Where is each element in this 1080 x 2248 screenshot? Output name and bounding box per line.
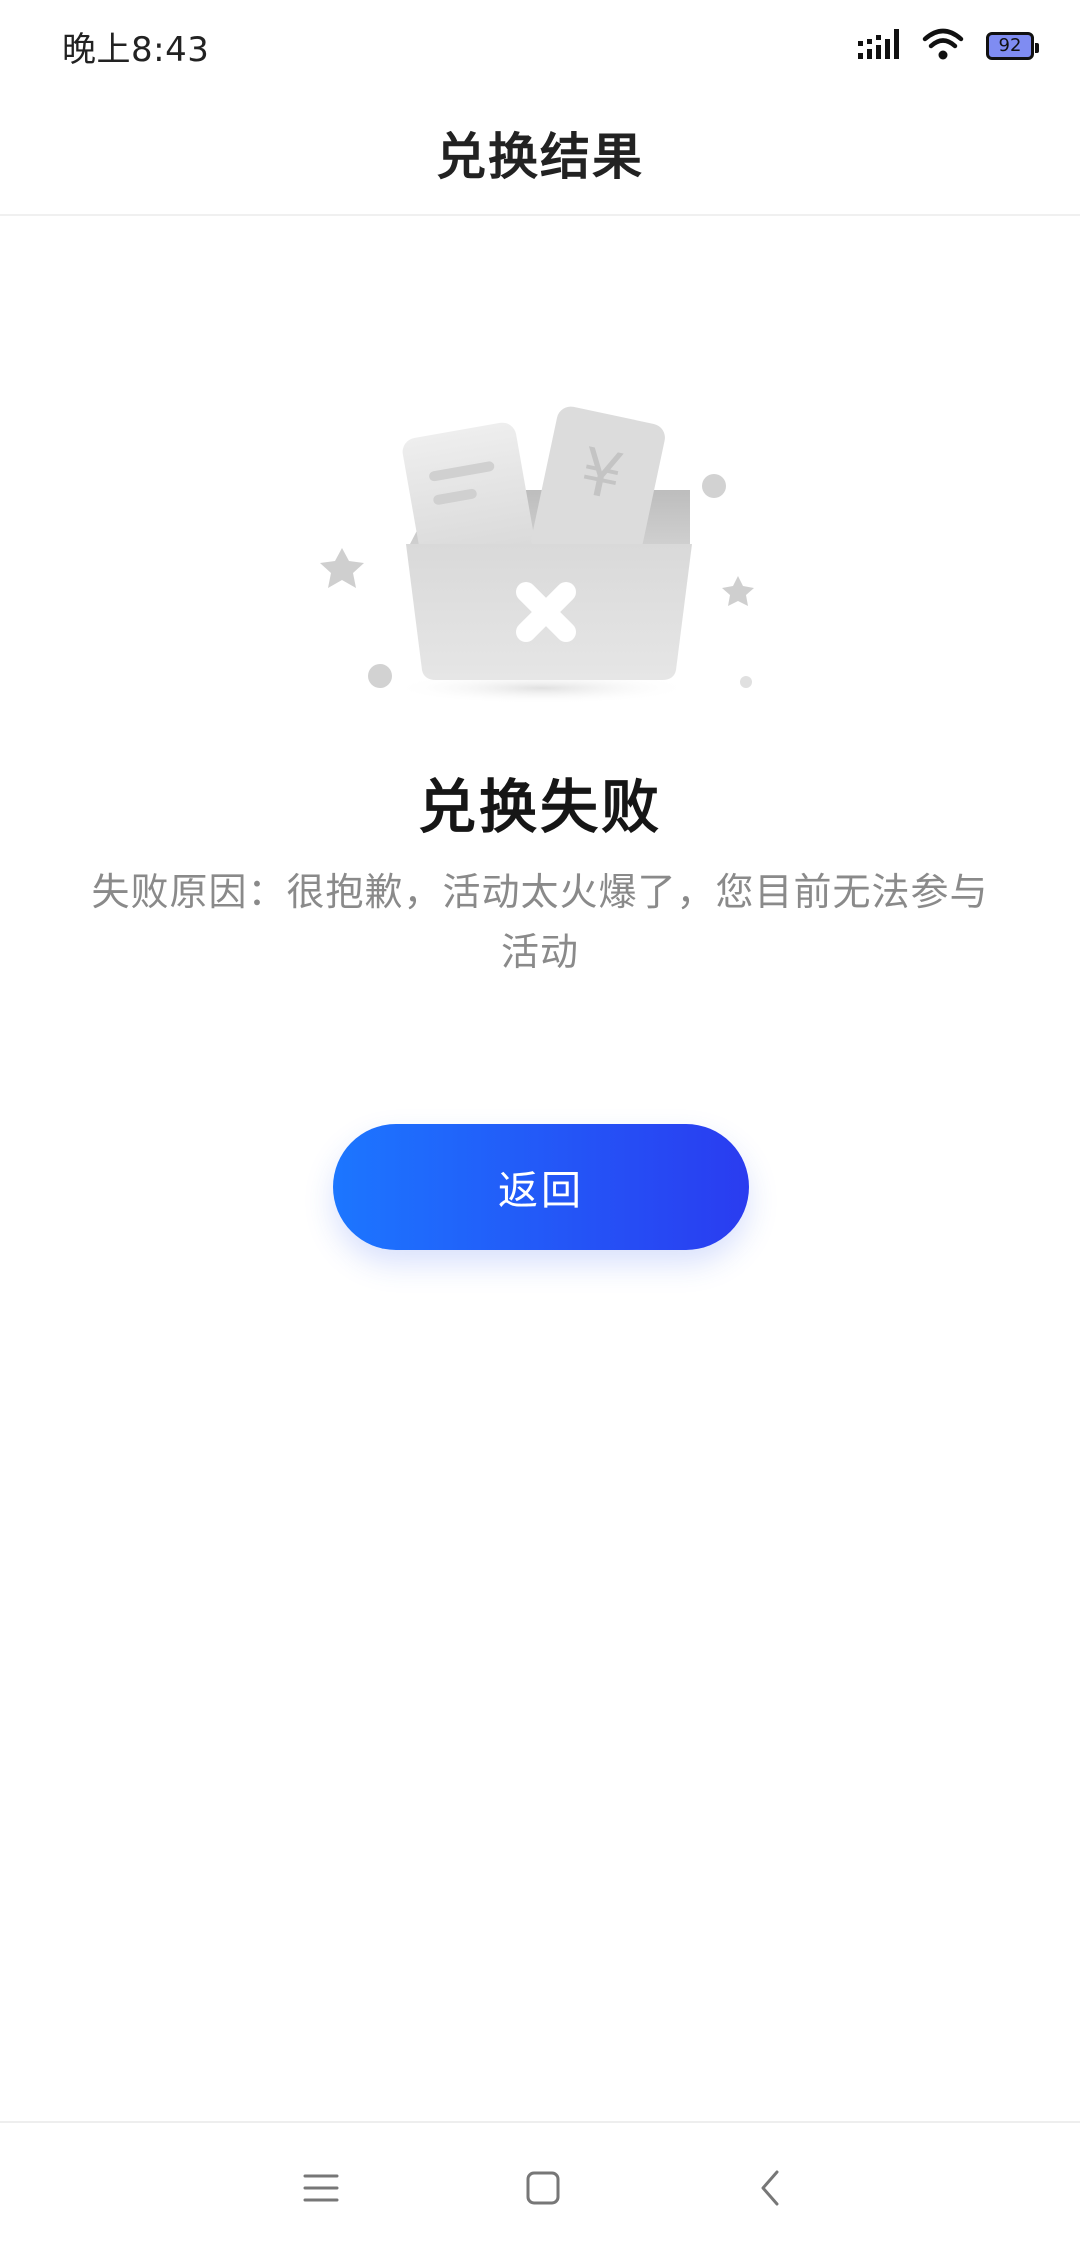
back-icon[interactable] <box>736 2153 806 2223</box>
star-right <box>722 576 754 606</box>
battery-icon: 92 <box>986 32 1039 60</box>
wifi-icon <box>922 27 964 65</box>
status-icons: 92 <box>858 27 1039 65</box>
failed-exchange-box-icon: ¥ <box>310 400 770 720</box>
back-button[interactable]: 返回 <box>333 1124 749 1250</box>
status-time: 晚上8:43 <box>62 29 210 70</box>
battery-level: 92 <box>998 35 1022 56</box>
star-left <box>320 548 364 588</box>
failure-reason-text: 失败原因：很抱歉，活动太火爆了，您目前无法参与活动 <box>91 870 989 974</box>
menu-icon[interactable] <box>286 2153 356 2223</box>
exchange-result-screen: 晚上8:43 92 兑换结果 ¥ 兑换失败 失败原因：很抱歉，活动太火爆了，您目… <box>0 0 1080 2248</box>
status-bar: 晚上8:43 92 <box>0 0 1080 92</box>
page-header: 兑换结果 <box>0 92 1080 216</box>
result-title: 兑换失败 <box>417 773 662 841</box>
home-icon[interactable] <box>508 2153 578 2223</box>
page-title: 兑换结果 <box>436 128 644 186</box>
signal-icon <box>858 27 900 65</box>
system-navigation-bar <box>0 2121 1080 2248</box>
